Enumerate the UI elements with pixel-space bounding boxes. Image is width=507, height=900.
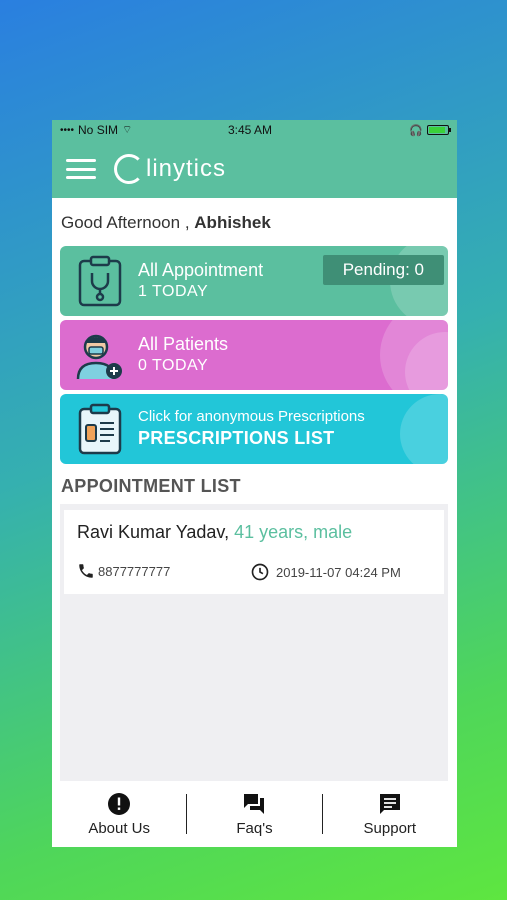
patients-today-count: 0 TODAY <box>138 357 209 374</box>
nav-faqs-label: Faq's <box>236 819 273 837</box>
chat-icon <box>244 793 265 814</box>
appointment-today-count: 1 TODAY <box>138 283 209 300</box>
appointment-list-heading: APPOINTMENT LIST <box>61 476 241 496</box>
phone-icon <box>79 564 93 578</box>
appointment-time: 2019-11-07 04:24 PM <box>250 562 401 582</box>
menu-icon[interactable] <box>66 159 96 179</box>
greeting-prefix: Good Afternoon , <box>61 213 190 232</box>
wifi-icon: ⌔ <box>122 124 133 136</box>
patient-age-gender: 41 years, male <box>234 522 353 542</box>
clipboard-stethoscope-icon <box>78 255 122 307</box>
greeting-name: Abhishek <box>194 213 271 232</box>
prescriptions-caption: Click for anonymous Prescriptions <box>138 408 365 425</box>
headphones-icon: 🎧 <box>409 124 423 137</box>
prescription-clipboard-icon <box>78 403 122 455</box>
nav-support-label: Support <box>363 819 417 837</box>
app-bar: linytics <box>52 140 457 198</box>
patient-name-line: Ravi Kumar Yadav, 41 years, male <box>77 522 352 543</box>
phone-number: 8877777777 <box>98 563 171 579</box>
logo-mark-icon <box>114 154 144 184</box>
info-icon <box>108 792 131 815</box>
card-decoration <box>400 394 448 464</box>
nav-about-us[interactable]: About Us <box>52 781 186 847</box>
nav-support[interactable]: Support <box>323 781 457 847</box>
message-icon <box>379 793 400 814</box>
prescriptions-card[interactable]: Click for anonymous Prescriptions PRESCR… <box>60 394 448 464</box>
nav-about-us-label: About Us <box>88 819 151 837</box>
status-bar: •••• No SIM ⌔ 3:45 AM 🎧 <box>52 120 457 140</box>
patient-name: Ravi Kumar Yadav, <box>77 522 230 542</box>
all-appointment-card[interactable]: All Appointment 1 TODAY Pending: 0 <box>60 246 448 316</box>
appointment-title: All Appointment <box>138 260 264 280</box>
pending-badge: Pending: 0 <box>322 255 444 285</box>
phone-screen: •••• No SIM ⌔ 3:45 AM 🎧 linytics Good Af… <box>52 120 457 847</box>
app-logo: linytics <box>114 154 226 184</box>
carrier-label: No SIM <box>78 123 119 137</box>
clock-icon <box>251 563 269 581</box>
nav-faqs[interactable]: Faq's <box>187 781 321 847</box>
logo-text: linytics <box>146 155 227 182</box>
patient-add-icon <box>76 334 122 380</box>
battery-icon <box>427 125 451 135</box>
bottom-nav: About Us Faq's Support <box>52 781 457 847</box>
signal-dots-icon: •••• <box>60 124 75 136</box>
greeting: Good Afternoon , Abhishek <box>52 198 457 245</box>
all-patients-card[interactable]: All Patients 0 TODAY <box>60 320 448 390</box>
patients-title: All Patients <box>138 334 229 354</box>
patient-phone: 8877777777 <box>77 562 170 580</box>
appointment-datetime: 2019-11-07 04:24 PM <box>276 564 401 580</box>
list-item[interactable]: Ravi Kumar Yadav, 41 years, male 8877777… <box>64 510 444 594</box>
prescriptions-list-title: PRESCRIPTIONS LIST <box>138 428 335 448</box>
status-time: 3:45 AM <box>228 123 273 137</box>
appointment-list: Ravi Kumar Yadav, 41 years, male 8877777… <box>60 504 448 781</box>
